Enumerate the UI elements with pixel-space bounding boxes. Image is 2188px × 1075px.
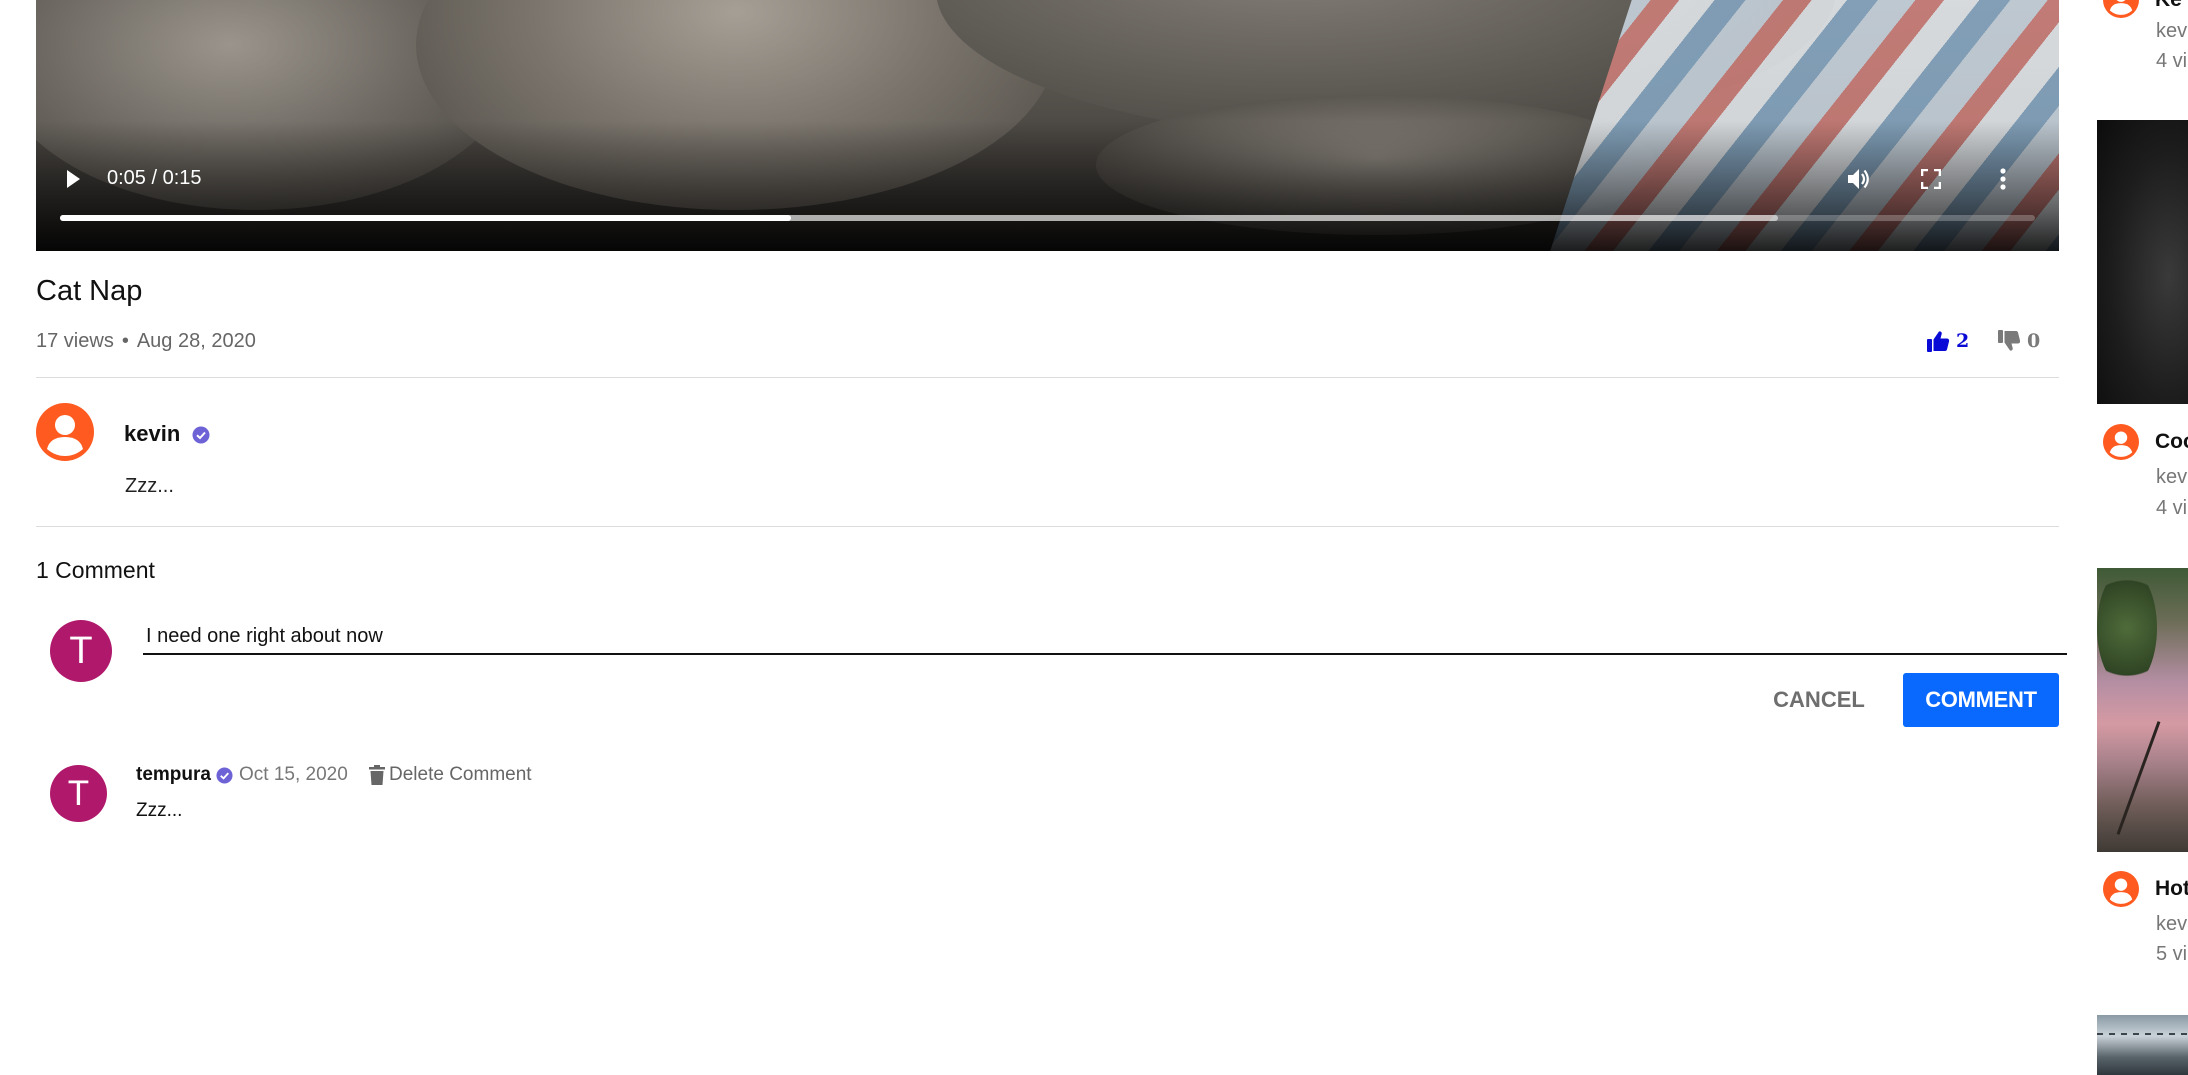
dislike-count: 0 <box>2027 330 2041 352</box>
thumbs-down-icon <box>1998 330 2021 351</box>
cancel-button[interactable]: CANCEL <box>1752 673 1886 727</box>
sidebar-video-title[interactable]: Coo <box>2155 430 2188 454</box>
user-icon <box>2109 0 2133 15</box>
sidebar-video-thumbnail[interactable] <box>2097 120 2188 404</box>
sidebar-channel-avatar[interactable] <box>2103 0 2139 18</box>
more-options-button[interactable] <box>1988 164 2018 194</box>
user-icon <box>47 415 83 456</box>
video-description: Zzz... <box>125 475 174 497</box>
sidebar-video-views: 4 vi <box>2156 50 2188 72</box>
play-icon <box>67 170 80 188</box>
current-user-avatar: T <box>50 620 112 682</box>
meta-separator: • <box>121 330 129 352</box>
verified-icon <box>216 766 233 784</box>
verified-icon <box>192 426 210 444</box>
sidebar-channel-avatar[interactable] <box>2103 424 2139 460</box>
comment-text: Zzz... <box>136 800 183 821</box>
dislike-button[interactable]: 0 <box>1997 328 2040 354</box>
sidebar-video-channel: kev <box>2156 20 2188 42</box>
comment-author: tempura <box>136 764 211 785</box>
channel-avatar[interactable] <box>36 403 94 461</box>
sidebar-video-thumbnail[interactable] <box>2097 1015 2188 1075</box>
comment-input[interactable] <box>143 615 2067 655</box>
time-display: 0:05 / 0:15 <box>107 167 202 189</box>
sidebar-video-channel: kev <box>2156 913 2188 935</box>
video-meta: 17 views • Aug 28, 2020 <box>36 330 256 353</box>
seek-bar[interactable] <box>60 215 2035 221</box>
video-player[interactable]: 0:05 / 0:15 <box>36 0 2059 251</box>
sidebar-video-channel: kev <box>2156 466 2188 488</box>
user-icon <box>2109 878 2133 904</box>
trash-icon <box>369 765 385 785</box>
volume-icon <box>1848 169 1869 189</box>
comment-count: 1 Comment <box>36 557 155 583</box>
view-count: 17 views <box>36 330 114 352</box>
submit-comment-button[interactable]: COMMENT <box>1903 673 2059 727</box>
channel-name: kevin <box>124 421 181 446</box>
comment-date: Oct 15, 2020 <box>239 764 348 785</box>
fullscreen-icon <box>1921 169 1941 189</box>
comment-author-avatar[interactable]: T <box>50 765 107 822</box>
user-icon <box>2109 431 2133 457</box>
sidebar-video-views: 5 vi <box>2156 943 2188 965</box>
played-range <box>60 215 791 221</box>
play-button[interactable] <box>58 164 88 194</box>
delete-comment-button[interactable]: Delete Comment <box>369 764 532 786</box>
sidebar-video-title[interactable]: Hot <box>2155 877 2188 901</box>
upload-date: Aug 28, 2020 <box>136 330 256 352</box>
more-vert-icon <box>2000 168 2006 190</box>
description-divider <box>36 526 2059 527</box>
like-button[interactable]: 2 <box>1926 328 1969 354</box>
volume-button[interactable] <box>1844 164 1874 194</box>
sidebar-video-title[interactable]: Ke <box>2155 0 2182 12</box>
channel-name-row[interactable]: kevin <box>124 421 210 447</box>
like-count: 2 <box>1956 330 1970 352</box>
comment-author-row[interactable]: tempura <box>136 764 233 786</box>
thumbs-up-icon <box>1927 331 1950 352</box>
delete-comment-label: Delete Comment <box>389 764 532 785</box>
video-title: Cat Nap <box>36 275 143 307</box>
info-divider <box>36 377 2059 378</box>
controls-gradient <box>36 121 2059 251</box>
fullscreen-button[interactable] <box>1916 164 1946 194</box>
sidebar-video-views: 4 vi <box>2156 497 2188 519</box>
sidebar-channel-avatar[interactable] <box>2103 871 2139 907</box>
sidebar-video-thumbnail[interactable] <box>2097 568 2188 852</box>
